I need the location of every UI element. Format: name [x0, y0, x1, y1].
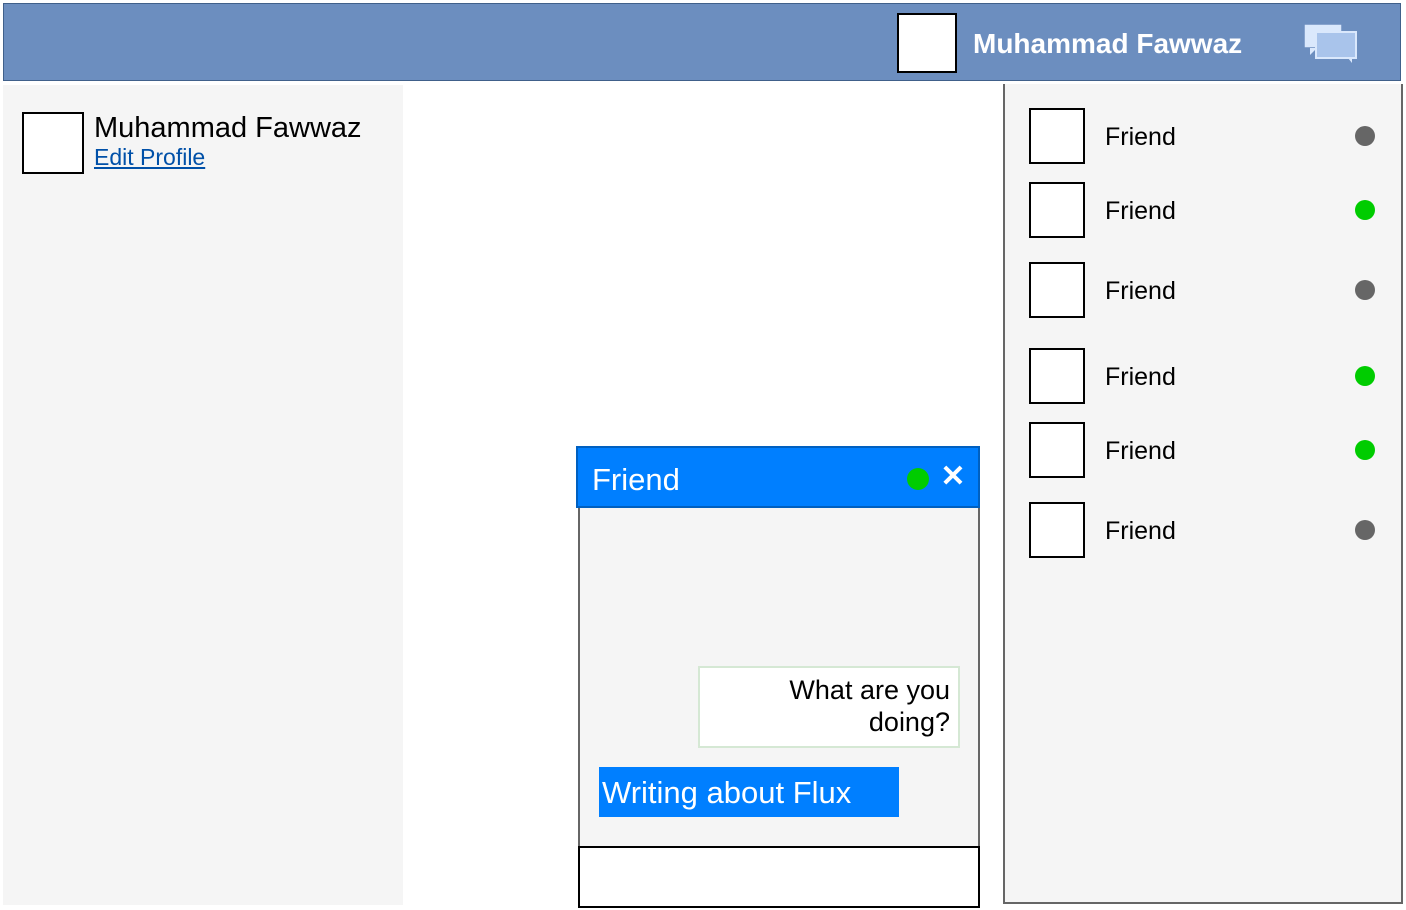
offline-status-dot [1355, 520, 1375, 540]
friend-list-item[interactable]: Friend [1005, 422, 1401, 478]
friend-list-item[interactable]: Friend [1005, 348, 1401, 404]
online-status-dot [907, 468, 929, 490]
friends-list-panel: Friend Friend Friend Friend Friend Frien… [1003, 84, 1403, 904]
friend-list-item[interactable]: Friend [1005, 502, 1401, 558]
page: Muhammad Fawwaz Muhammad Fawwaz Edit Pro… [0, 0, 1406, 910]
received-message: What are you doing? [698, 666, 960, 748]
friend-avatar [1029, 348, 1085, 404]
chat-header[interactable]: Friend ✕ [576, 446, 980, 508]
friend-name: Friend [1105, 517, 1176, 545]
profile-sidebar: Muhammad Fawwaz Edit Profile [3, 85, 403, 905]
friend-list-item[interactable]: Friend [1005, 108, 1401, 164]
header-avatar[interactable] [897, 13, 957, 73]
online-status-dot [1355, 440, 1375, 460]
chat-message-input[interactable] [578, 846, 980, 908]
header-user-name[interactable]: Muhammad Fawwaz [973, 26, 1242, 62]
online-status-dot [1355, 200, 1375, 220]
sent-message: Writing about Flux [599, 767, 899, 817]
friend-avatar [1029, 422, 1085, 478]
chat-title: Friend [592, 462, 680, 497]
friend-name: Friend [1105, 277, 1176, 305]
profile-avatar[interactable] [22, 112, 84, 174]
friend-name: Friend [1105, 197, 1176, 225]
chat-bubbles-icon[interactable] [1302, 22, 1358, 64]
friend-name: Friend [1105, 123, 1176, 151]
chat-messages-area: What are you doing? Writing about Flux [578, 508, 980, 846]
friend-list-item[interactable]: Friend [1005, 182, 1401, 238]
offline-status-dot [1355, 126, 1375, 146]
close-icon[interactable]: ✕ [938, 460, 968, 494]
friend-name: Friend [1105, 363, 1176, 391]
top-header-bar: Muhammad Fawwaz [3, 3, 1401, 81]
profile-name: Muhammad Fawwaz [94, 112, 362, 144]
edit-profile-link[interactable]: Edit Profile [94, 143, 205, 171]
online-status-dot [1355, 366, 1375, 386]
friend-avatar [1029, 262, 1085, 318]
friend-avatar [1029, 182, 1085, 238]
friend-list-item[interactable]: Friend [1005, 262, 1401, 318]
friend-name: Friend [1105, 437, 1176, 465]
friend-avatar [1029, 502, 1085, 558]
chat-window: Friend ✕ What are you doing? Writing abo… [576, 446, 980, 908]
offline-status-dot [1355, 280, 1375, 300]
friend-avatar [1029, 108, 1085, 164]
